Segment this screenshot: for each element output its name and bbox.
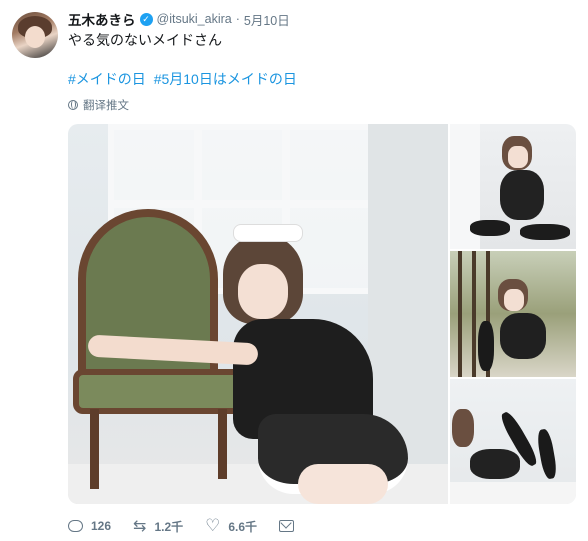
mini-figure-face [508, 146, 528, 168]
direct-message-button[interactable] [279, 520, 295, 532]
railing [472, 251, 476, 377]
translate-label: 翻译推文 [83, 100, 129, 112]
window-frame [284, 124, 376, 206]
mini-figure-leg [520, 224, 570, 240]
tweet-text: やる気のないメイドさん [68, 32, 222, 48]
tweet-actions: 126 ⇆ 1.2千 ♡ 6.6千 [68, 516, 316, 536]
mini-figure-hair [452, 409, 474, 447]
mini-figure-body [500, 313, 546, 359]
chair-leg [90, 409, 99, 489]
translate-tweet-link[interactable]: 翻译推文 [68, 97, 129, 113]
railing [458, 251, 462, 377]
window-frame [196, 124, 288, 206]
media-grid [68, 124, 576, 504]
photo-side-2[interactable] [450, 251, 576, 377]
girl-headband [233, 224, 303, 242]
chair-seat [73, 369, 243, 414]
heart-icon: ♡ [205, 516, 221, 536]
window-frame [108, 124, 200, 206]
mini-figure-face [504, 289, 524, 311]
floor [450, 482, 576, 504]
mini-figure-body [500, 170, 544, 220]
reply-count: 126 [91, 519, 112, 533]
photo-side-1[interactable] [450, 124, 576, 249]
hashtag-link[interactable]: #メイドの日 [68, 71, 146, 87]
girl-face [238, 264, 288, 319]
retweet-button[interactable]: ⇆ 1.2千 [133, 518, 183, 535]
girl-leg [298, 464, 388, 504]
user-handle[interactable]: @itsuki_akira [157, 12, 232, 26]
mini-figure-leg [478, 321, 494, 371]
hashtag-link[interactable]: #5月10日はメイドの日 [154, 71, 297, 87]
mini-figure-leg [535, 428, 559, 480]
avatar-face [25, 26, 45, 48]
separator-dot: · [235, 12, 240, 26]
chair-leg [218, 409, 227, 479]
photo-side-3[interactable] [450, 379, 576, 504]
reply-icon [68, 520, 83, 532]
hashtag-row: #メイドの日 #5月10日はメイドの日 [68, 69, 301, 89]
avatar[interactable] [12, 12, 58, 58]
like-count: 6.6千 [228, 519, 258, 534]
reply-button[interactable]: 126 [68, 519, 111, 533]
verified-badge-icon: ✓ [139, 12, 153, 26]
tweet-header: 五木あきら ✓ @itsuki_akira · 5月10日 [68, 10, 290, 28]
envelope-icon [279, 520, 295, 532]
like-button[interactable]: ♡ 6.6千 [205, 518, 257, 535]
tweet: 五木あきら ✓ @itsuki_akira · 5月10日 やる気のないメイドさ… [0, 0, 588, 541]
photo-main[interactable] [68, 124, 448, 504]
tweet-date[interactable]: 5月10日 [244, 10, 290, 29]
retweet-icon: ⇆ [133, 516, 147, 535]
retweet-count: 1.2千 [154, 519, 184, 534]
globe-icon [68, 100, 78, 110]
display-name[interactable]: 五木あきら [68, 9, 136, 29]
mini-figure-leg [470, 220, 510, 236]
mini-figure-body [470, 449, 520, 479]
